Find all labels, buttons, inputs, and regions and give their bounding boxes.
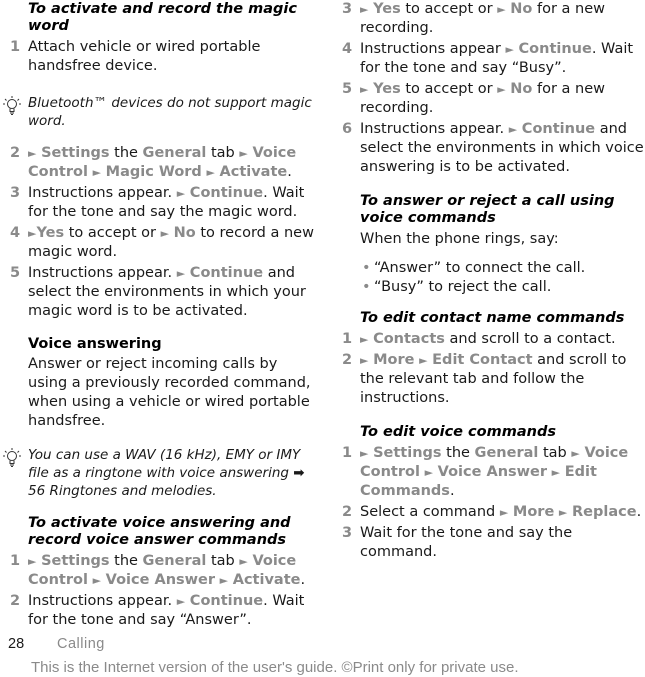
menu-voice-answer: Voice Answer: [105, 572, 216, 588]
arrow-icon: ►: [239, 147, 248, 160]
menu-continue: Continue: [518, 41, 592, 57]
pointer-arrow-icon: ➡: [293, 465, 305, 481]
menu-yes: Yes: [373, 1, 401, 17]
tip-bluetooth: Bluetooth™ devices do not support magic …: [0, 94, 318, 130]
step-5: 5 Instructions appear. ► Continue and sel…: [10, 265, 306, 319]
step-1: 1 Attach vehicle or wired portable handsf…: [10, 39, 261, 74]
step-4: 4 ►Yes to accept or ► No to record a new …: [10, 225, 314, 260]
arrow-icon: ►: [360, 333, 369, 346]
menu-continue: Continue: [189, 593, 264, 609]
section-name: Calling: [57, 636, 105, 652]
step-2: 2 Instructions appear. ► Continue. Wait f…: [10, 593, 305, 628]
right-column: 3 ► Yes to accept or ► No for a new recor…: [332, 0, 645, 564]
step-3: 3 ► Yes to accept or ► No for a new recor…: [342, 1, 605, 36]
lightbulb-icon: [3, 448, 21, 467]
step-2: 2 Select a command ► More ► Replace.: [342, 504, 642, 520]
arrow-icon: ►: [176, 595, 186, 608]
menu-no: No: [510, 81, 533, 97]
arrow-icon: ►: [419, 354, 428, 367]
procedure-title-answer-reject: To answer or reject a call using voice c…: [360, 193, 615, 226]
arrow-icon: ►: [206, 166, 215, 179]
arrow-icon: ►: [28, 147, 37, 160]
arrow-icon: ►: [505, 43, 514, 56]
voice-command-list: • “Answer” to connect the call. • “Busy” t…: [332, 259, 645, 297]
arrow-icon: ►: [219, 574, 229, 587]
step-1: 1 ► Settings the General tab ► Voice Cont…: [342, 445, 629, 499]
arrow-icon: ►: [424, 466, 434, 479]
menu-general: General: [142, 553, 207, 569]
menu-continue: Continue: [521, 121, 596, 137]
procedure-title-edit-contact: To edit contact name commands: [360, 310, 625, 326]
step-6: 6 Instructions appear. ► Continue and sel…: [342, 121, 644, 175]
menu-activate: Activate: [219, 164, 288, 180]
arrow-icon: ►: [497, 3, 506, 16]
arrow-icon: ►: [239, 555, 248, 568]
arrow-icon: ►: [176, 187, 186, 200]
bullet-icon: •: [362, 279, 371, 295]
intro-text: When the phone rings, say:: [360, 231, 559, 247]
menu-settings: Settings: [41, 553, 110, 569]
menu-settings: Settings: [41, 145, 110, 161]
arrow-icon: ►: [571, 447, 580, 460]
lightbulb-icon: [3, 96, 21, 115]
list-item: • “Busy” to reject the call.: [362, 279, 552, 295]
arrow-icon: ►: [360, 447, 369, 460]
left-column: To activate and record the magic word 1A…: [0, 0, 318, 632]
footer-disclaimer: This is the Internet version of the user…: [31, 659, 519, 676]
menu-general: General: [142, 145, 207, 161]
page-reference[interactable]: 56 Ringtones and melodies.: [28, 483, 217, 499]
arrow-icon: ►: [551, 466, 561, 479]
step-2: 2 ► Settings the General tab ► Voice Cont…: [10, 145, 297, 180]
step-4: 4 Instructions appear ► Continue. Wait fo…: [342, 41, 634, 76]
menu-activate: Activate: [232, 572, 301, 588]
menu-settings: Settings: [373, 445, 442, 461]
arrow-icon: ►: [499, 506, 509, 519]
menu-yes: Yes: [36, 225, 65, 241]
menu-yes: Yes: [373, 81, 401, 97]
step-5: 5 ► Yes to accept or ► No for a new recor…: [342, 81, 605, 116]
menu-edit-contact: Edit Contact: [432, 352, 533, 368]
menu-more: More: [373, 352, 415, 368]
arrow-icon: ►: [497, 83, 506, 96]
arrow-icon: ►: [160, 227, 170, 240]
procedure-title-magic-word: To activate and record the magic word: [28, 1, 297, 34]
arrow-icon: ►: [508, 123, 518, 136]
tip-ringtone: You can use a WAV (16 kHz), EMY or IMY f…: [0, 446, 318, 500]
arrow-icon: ►: [558, 506, 568, 519]
bullet-icon: •: [362, 260, 371, 276]
page-number: 28: [8, 636, 25, 652]
arrow-icon: ►: [360, 3, 369, 16]
arrow-icon: ►: [92, 166, 102, 179]
arrow-icon: ►: [176, 267, 186, 280]
menu-more: More: [512, 504, 555, 520]
arrow-icon: ►: [360, 354, 369, 367]
step-3: 3 Wait for the tone and say the command.: [342, 525, 573, 560]
step-1: 1 ► Contacts and scroll to a contact.: [342, 331, 616, 347]
section-title-voice-answering: Voice answering: [28, 336, 162, 352]
section-paragraph: Answer or reject incoming calls by using…: [28, 356, 311, 429]
menu-voice-answer: Voice Answer: [437, 464, 548, 480]
procedure-title-activate-voice-answering: To activate voice answering and record v…: [28, 515, 291, 548]
step-3: 3 Instructions appear. ► Continue. Wait f…: [10, 185, 305, 220]
step-2: 2 ► More ► Edit Contact and scroll to the…: [342, 352, 627, 406]
procedure-title-edit-voice: To edit voice commands: [360, 424, 556, 440]
menu-general: General: [474, 445, 539, 461]
arrow-icon: ►: [92, 574, 102, 587]
menu-contacts: Contacts: [373, 331, 445, 347]
menu-continue: Continue: [189, 185, 264, 201]
step-1: 1 ► Settings the General tab ► Voice Cont…: [10, 553, 306, 588]
menu-no: No: [510, 1, 533, 17]
arrow-icon: ►: [360, 83, 369, 96]
menu-replace: Replace: [571, 504, 637, 520]
list-item: • “Answer” to connect the call.: [362, 260, 586, 276]
menu-magic-word: Magic Word: [105, 164, 202, 180]
arrow-icon: ►: [28, 555, 37, 568]
menu-no: No: [173, 225, 196, 241]
menu-continue: Continue: [189, 265, 264, 281]
